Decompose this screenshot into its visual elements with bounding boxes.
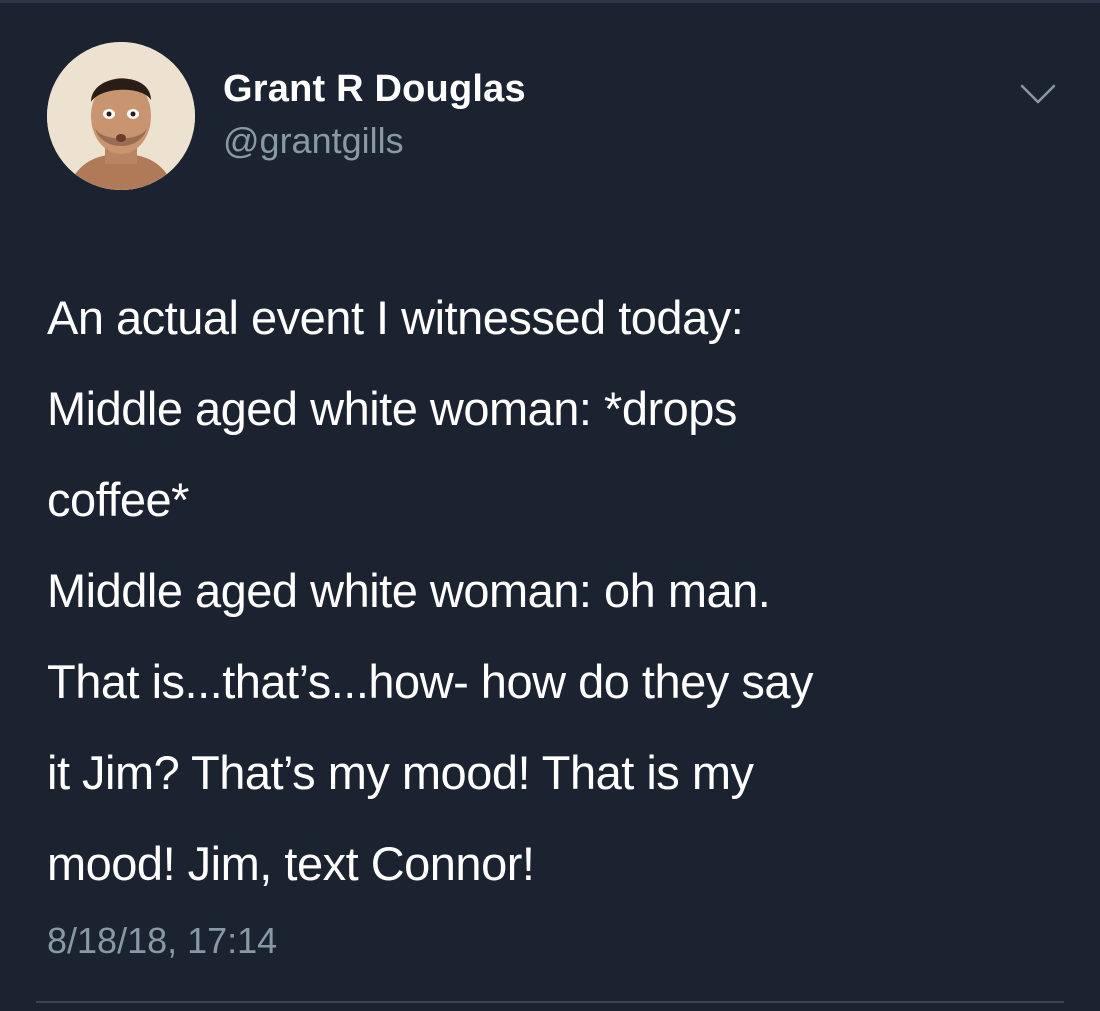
author-display-name[interactable]: Grant R Douglas [223,68,526,111]
top-edge [0,0,1100,3]
tweet-text-line: An actual event I witnessed today: [47,291,744,344]
profile-photo-icon [47,42,195,190]
chevron-down-icon [1020,84,1056,104]
avatar[interactable] [47,42,195,190]
tweet-text-line: mood! Jim, text Connor! [47,837,535,890]
tweet-text-line: coffee* [47,473,189,526]
divider [36,1001,1064,1003]
tweet-text-line: That is...that’s...how- how do they say [47,655,813,708]
author-handle[interactable]: @grantgills [223,120,404,162]
tweet-text-line: Middle aged white woman: *drops [47,382,737,435]
tweet-timestamp[interactable]: 8/18/18, 17:14 [47,920,277,962]
tweet-menu-button[interactable] [1018,80,1058,108]
tweet-text: An actual event I witnessed today: Middl… [47,272,1057,909]
tweet-text-line: Middle aged white woman: oh man. [47,564,771,617]
tweet-text-line: it Jim? That’s my mood! That is my [47,746,754,799]
